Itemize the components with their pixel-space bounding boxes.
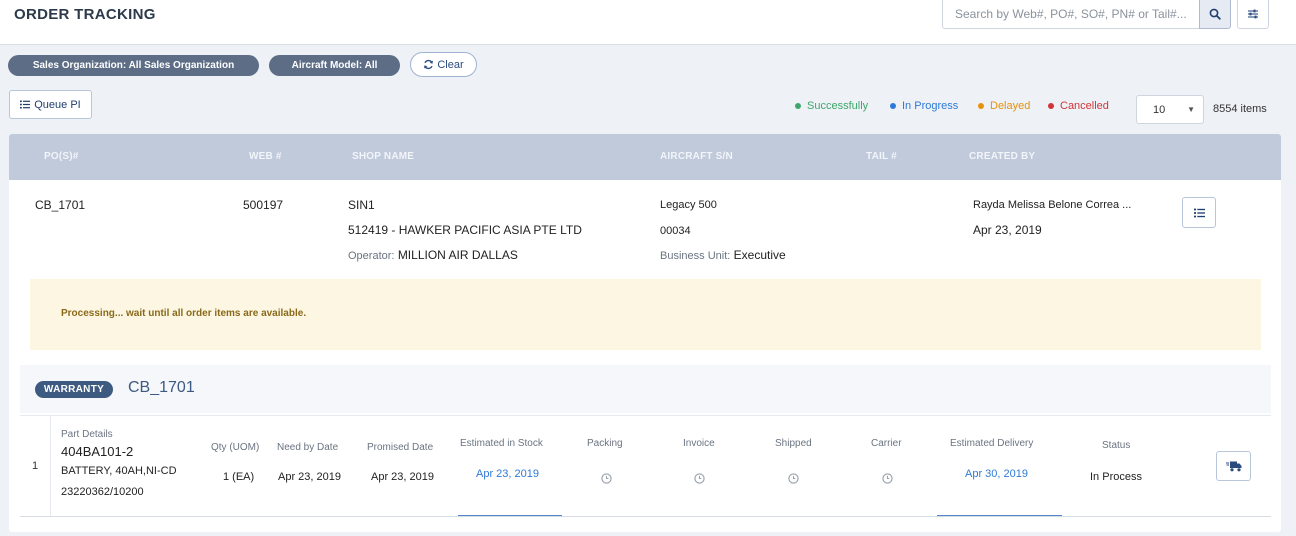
warranty-order-id: CB_1701 (128, 379, 195, 396)
queue-pi-label: Queue PI (34, 98, 81, 111)
promised-date-label: Promised Date (367, 442, 434, 453)
part-details-label: Part Details (61, 429, 113, 440)
processing-notice: Processing... wait until all order items… (30, 279, 1261, 350)
est-stock-label: Estimated in Stock (460, 438, 543, 449)
warranty-group-header: WARRANTY CB_1701 (20, 365, 1271, 413)
page-size-value: 10 (1153, 103, 1166, 116)
column-header-aircraft-sn: AIRCRAFT S/N (660, 151, 733, 162)
column-header-shop-name: SHOP NAME (352, 151, 415, 162)
table-header: PO(S)# WEB # SHOP NAME AIRCRAFT S/N TAIL… (9, 134, 1281, 180)
column-header-tail: TAIL # (866, 151, 897, 162)
legend-label-successfully: Successfully (807, 100, 869, 112)
carrier-clock-icon (882, 473, 893, 484)
column-header-web: WEB # (249, 151, 282, 162)
legend-dot-in-progress (890, 103, 896, 109)
clear-label: Clear (437, 58, 464, 71)
est-stock-indicator (458, 515, 562, 516)
filter-settings-button[interactable] (1237, 0, 1269, 29)
legend-delayed: Delayed (978, 100, 1030, 112)
list-icon (1193, 208, 1205, 217)
search-button[interactable] (1199, 0, 1231, 29)
need-by-value: Apr 23, 2019 (278, 471, 341, 483)
sliders-icon (1248, 9, 1258, 18)
order-shop-name: SIN1 (348, 198, 375, 212)
legend-label-delayed: Delayed (990, 100, 1031, 112)
item-count: 8554 items (1213, 103, 1267, 115)
legend-cancelled: Cancelled (1048, 100, 1109, 112)
shipped-clock-icon (788, 473, 799, 484)
part-description: BATTERY, 40AH,NI-CD (61, 465, 177, 477)
order-aircraft-sn: 00034 (660, 225, 691, 237)
order-shop-company: 512419 - HAWKER PACIFIC ASIA PTE LTD (348, 223, 582, 237)
order-created-by: Rayda Melissa Belone Correa ... (973, 199, 1132, 211)
qty-label: Qty (UOM) (211, 442, 260, 453)
packing-clock-icon (601, 473, 612, 484)
column-header-created-by: CREATED BY (969, 151, 1036, 162)
est-stock-value: Apr 23, 2019 (476, 468, 539, 480)
order-created-date: Apr 23, 2019 (973, 223, 1042, 237)
page-title: ORDER TRACKING (14, 6, 156, 23)
legend-dot-delayed (978, 103, 984, 109)
line-divider (50, 416, 51, 516)
order-details-button[interactable] (1182, 197, 1216, 228)
line-item-row: 1 Part Details 404BA101-2 BATTERY, 40AH,… (20, 415, 1271, 517)
legend-label-in-progress: In Progress (902, 100, 959, 112)
est-delivery-value: Apr 30, 2019 (965, 468, 1028, 480)
caret-down-icon: ▼ (1187, 105, 1195, 114)
clear-filters-button[interactable]: Clear (410, 52, 477, 77)
search-input[interactable] (943, 0, 1200, 28)
operator-label: Operator: (348, 250, 395, 262)
top-bar: ORDER TRACKING (0, 0, 1296, 45)
promised-date-value: Apr 23, 2019 (371, 471, 434, 483)
invoice-clock-icon (694, 473, 705, 484)
carrier-label: Carrier (871, 438, 902, 449)
legend-dot-successfully (795, 103, 801, 109)
order-aircraft-model: Legacy 500 (660, 199, 717, 211)
status-value: In Process (1090, 471, 1142, 483)
order-business-unit: Business Unit: Executive (660, 248, 786, 262)
column-header-po: PO(S)# (44, 151, 79, 162)
order-operator: Operator: MILLION AIR DALLAS (348, 248, 518, 262)
legend-label-cancelled: Cancelled (1060, 100, 1109, 112)
order-card: PO(S)# WEB # SHOP NAME AIRCRAFT S/N TAIL… (9, 134, 1281, 532)
legend-successfully: Successfully (795, 100, 868, 112)
sales-organization-filter-chip[interactable]: Sales Organization: All Sales Organizati… (8, 55, 259, 76)
truck-icon (1225, 461, 1241, 471)
legend-dot-cancelled (1048, 103, 1054, 109)
est-delivery-label: Estimated Delivery (950, 438, 1034, 449)
search-icon (1209, 8, 1221, 20)
line-item-number: 1 (32, 460, 39, 472)
order-web: 500197 (243, 198, 284, 212)
part-number: 404BA101-2 (61, 444, 134, 459)
invoice-label: Invoice (683, 438, 715, 449)
need-by-label: Need by Date (277, 442, 339, 453)
part-reference: 23220362/10200 (61, 486, 144, 498)
est-delivery-indicator (937, 515, 1062, 516)
aircraft-model-filter-chip[interactable]: Aircraft Model: All (269, 55, 400, 76)
refresh-icon (424, 59, 434, 70)
page-size-select[interactable]: 10 ▼ (1136, 95, 1204, 124)
search-box[interactable] (942, 0, 1201, 29)
queue-pi-button[interactable]: Queue PI (9, 90, 92, 119)
business-unit-label: Business Unit: (660, 250, 731, 262)
shipped-label: Shipped (775, 438, 812, 449)
processing-notice-text: Processing... wait until all order items… (61, 308, 307, 319)
qty-value: 1 (EA) (223, 471, 255, 483)
shipment-tracking-button[interactable] (1216, 451, 1251, 481)
legend-in-progress: In Progress (890, 100, 958, 112)
operator-value: MILLION AIR DALLAS (397, 248, 518, 262)
order-po[interactable]: CB_1701 (35, 198, 85, 212)
status-label: Status (1102, 440, 1131, 451)
list-icon (20, 100, 31, 109)
business-unit-value: Executive (733, 248, 786, 262)
packing-label: Packing (587, 438, 623, 449)
warranty-badge: WARRANTY (35, 381, 113, 398)
